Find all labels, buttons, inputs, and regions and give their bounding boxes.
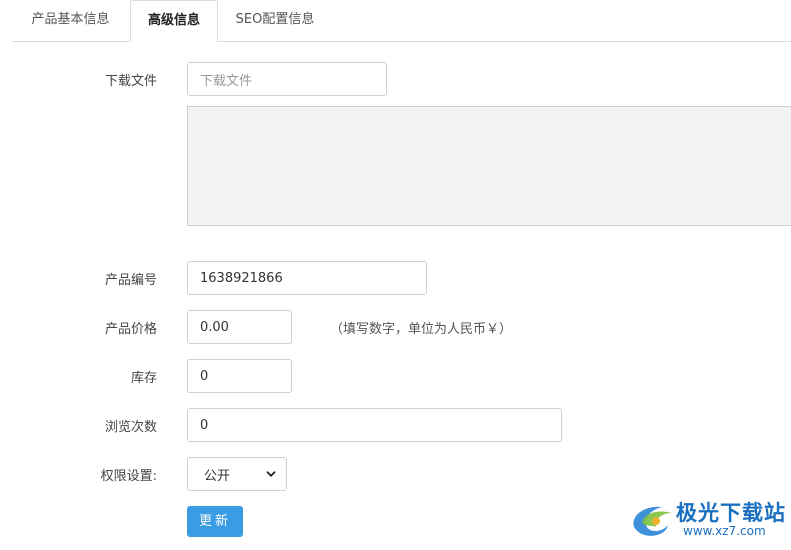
permission-select[interactable]: 公开 <box>187 457 287 491</box>
site-watermark: 极光下载站 www.xz7.com <box>628 495 788 545</box>
download-file-placeholder: 下载文件 <box>200 73 253 89</box>
product-price-input[interactable]: 0.00 <box>187 310 292 344</box>
stock-input[interactable]: 0 <box>187 359 292 393</box>
price-hint: （填写数字，单位为人民币￥） <box>330 322 513 337</box>
stock-label: 库存 <box>130 371 157 386</box>
watermark-name: 极光下载站 <box>676 501 786 525</box>
file-upload-area[interactable] <box>187 106 791 226</box>
product-price-value: 0.00 <box>200 319 229 335</box>
tab-advanced-info[interactable]: 高级信息 <box>130 0 218 42</box>
view-count-value: 0 <box>200 417 209 433</box>
product-code-label: 产品编号 <box>104 273 157 288</box>
permission-selected-value: 公开 <box>204 468 231 484</box>
watermark-url: www.xz7.com <box>683 524 766 538</box>
page: 产品基本信息 高级信息 SEO配置信息 下载文件 下载文件 产品编号 16389… <box>0 0 791 550</box>
swirl-logo-icon <box>633 506 672 536</box>
download-file-input[interactable]: 下载文件 <box>187 62 387 96</box>
tab-bar: 产品基本信息 高级信息 SEO配置信息 <box>12 0 791 42</box>
update-button[interactable]: 更新 <box>187 506 243 537</box>
download-file-label: 下载文件 <box>104 74 157 89</box>
view-count-label: 浏览次数 <box>104 420 157 435</box>
tab-seo-config[interactable]: SEO配置信息 <box>220 0 330 42</box>
product-code-input[interactable]: 1638921866 <box>187 261 427 295</box>
view-count-input[interactable]: 0 <box>187 408 562 442</box>
tab-basic-info[interactable]: 产品基本信息 <box>12 0 129 42</box>
chevron-down-icon <box>266 471 276 477</box>
stock-value: 0 <box>200 368 209 384</box>
product-code-value: 1638921866 <box>200 270 283 286</box>
product-price-label: 产品价格 <box>104 322 157 337</box>
permission-label: 权限设置: <box>100 469 157 484</box>
